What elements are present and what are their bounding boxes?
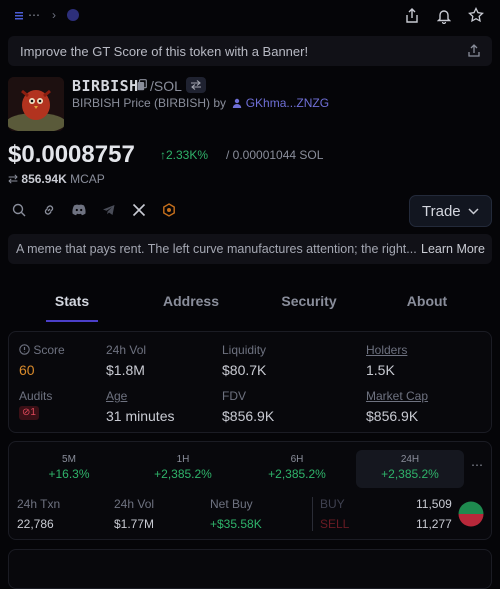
timeframe-6h[interactable]: 6H +2,385.2% <box>243 450 351 488</box>
menu-icon[interactable] <box>14 10 24 20</box>
sell-value: 11,277 <box>416 517 452 531</box>
market-cap-summary: ⇄ 856.94K MCAP <box>8 172 105 186</box>
trade-button-label: Trade <box>422 203 461 220</box>
token-image <box>8 77 64 131</box>
timeframe-24h[interactable]: 24H +2,385.2% <box>356 450 464 488</box>
score-label-group: Score <box>19 343 65 357</box>
chevron-down-icon <box>468 208 479 215</box>
sell-label: SELL <box>320 517 350 531</box>
more-timeframes-icon[interactable]: ⋯ <box>471 458 483 472</box>
banner-text: Improve the GT Score of this token with … <box>20 44 309 59</box>
chevron-right-icon: › <box>52 8 56 22</box>
netbuy-value: +$35.58K <box>210 517 262 531</box>
buy-sell-ratio-chart <box>458 501 484 527</box>
user-icon <box>232 98 242 108</box>
age-value: 31 minutes <box>106 408 175 424</box>
tab-security[interactable]: Security <box>276 293 342 309</box>
top-bar: ⋯ › <box>0 0 500 32</box>
timeframe-change: +2,385.2% <box>268 467 326 481</box>
swap-pair-button[interactable] <box>186 77 206 93</box>
link-icon[interactable] <box>42 203 58 219</box>
tab-stats[interactable]: Stats <box>46 293 98 309</box>
vol-value: $1.77M <box>114 517 155 531</box>
star-icon[interactable] <box>468 7 484 23</box>
buy-value: 11,509 <box>416 497 452 511</box>
upload-icon[interactable] <box>468 44 480 57</box>
mcap-value: 856.94K <box>21 172 67 186</box>
bell-icon[interactable] <box>437 8 451 24</box>
fdv-value: $856.9K <box>222 408 275 424</box>
stats-card: Score 60 24h Vol $1.8M Liquidity $80.7K … <box>8 331 492 433</box>
next-section-card <box>8 549 492 589</box>
score-label: Score <box>33 343 65 357</box>
price-native: / 0.00001044 SOL <box>226 148 324 162</box>
mcap-label: MCAP <box>70 172 105 186</box>
tab-address[interactable]: Address <box>160 293 222 309</box>
copy-icon[interactable] <box>137 79 147 91</box>
more-icon[interactable]: ⋯ <box>28 8 40 22</box>
vol-label: 24h Vol <box>114 497 155 511</box>
timeframe-name: 6H <box>290 454 304 465</box>
txn-label: 24h Txn <box>17 497 61 511</box>
shield-icon <box>19 344 30 355</box>
divider <box>312 497 313 531</box>
discord-icon[interactable] <box>71 203 87 219</box>
swap-icon <box>191 80 201 90</box>
audits-label: Audits <box>19 389 53 403</box>
marketcap-label[interactable]: Market Cap <box>366 389 428 403</box>
token-subtitle: BIRBISH Price (BIRBISH) by GKhma...ZNZG <box>72 96 329 110</box>
x-twitter-icon[interactable] <box>132 203 148 219</box>
buy-label: BUY <box>320 497 345 511</box>
learn-more-link[interactable]: Learn More <box>421 242 485 256</box>
swap-small-icon: ⇄ <box>8 172 19 186</box>
creator-link[interactable]: GKhma...ZNZG <box>246 96 329 110</box>
telegram-icon[interactable] <box>102 203 118 219</box>
txn-value: 22,786 <box>17 517 54 531</box>
trade-button[interactable]: Trade <box>409 195 492 227</box>
timeframe-5m[interactable]: 5M +16.3% <box>15 450 123 488</box>
description-box: A meme that pays rent. The left curve ma… <box>8 234 492 264</box>
token-price: $0.0008757 <box>8 141 135 168</box>
vol24-label: 24h Vol <box>106 343 147 357</box>
holders-value: 1.5K <box>366 362 395 378</box>
score-value: 60 <box>19 362 35 378</box>
search-icon[interactable] <box>12 203 28 219</box>
tab-about[interactable]: About <box>402 293 452 309</box>
coin-icon[interactable] <box>162 203 178 219</box>
timeframe-1h[interactable]: 1H +2,385.2% <box>129 450 237 488</box>
audits-badge[interactable]: ⊘1 <box>19 406 39 420</box>
vol24-value: $1.8M <box>106 362 145 378</box>
gt-score-banner[interactable]: Improve the GT Score of this token with … <box>8 36 492 66</box>
timeframe-change: +2,385.2% <box>154 467 212 481</box>
timeframe-name: 5M <box>62 454 76 465</box>
fdv-label: FDV <box>222 389 246 403</box>
active-tab-indicator <box>46 320 98 322</box>
chain-logo-icon <box>67 9 79 21</box>
share-icon[interactable] <box>405 8 419 24</box>
timeframe-name: 1H <box>176 454 190 465</box>
netbuy-label: Net Buy <box>210 497 253 511</box>
token-full-name: BIRBISH Price (BIRBISH) by <box>72 96 227 110</box>
price-change-value: 2.33K% <box>166 148 209 162</box>
price-change: ↑2.33K% <box>160 148 208 162</box>
timeframe-change: +16.3% <box>48 467 90 481</box>
pair-quote: /SOL <box>150 78 182 94</box>
timeframe-change: +2,385.2% <box>381 467 439 481</box>
description-text: A meme that pays rent. The left curve ma… <box>16 242 417 256</box>
age-label[interactable]: Age <box>106 389 127 403</box>
audits-value: 1 <box>30 407 36 418</box>
liquidity-label: Liquidity <box>222 343 267 357</box>
liquidity-value: $80.7K <box>222 362 267 378</box>
holders-label[interactable]: Holders <box>366 343 407 357</box>
timeframe-name: 24H <box>400 454 420 465</box>
token-symbol: BIRBISH <box>72 77 139 95</box>
marketcap-value: $856.9K <box>366 408 419 424</box>
